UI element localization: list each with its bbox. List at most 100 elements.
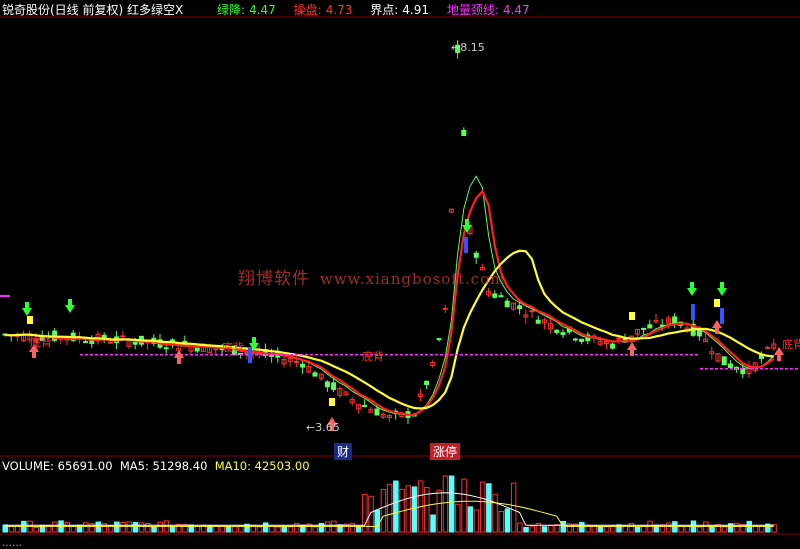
indicator-green-label: 绿降:: [217, 3, 246, 17]
signal-marker: [27, 316, 33, 324]
candle-body: [312, 372, 318, 377]
volume-bar: [479, 481, 486, 533]
volume-bar: [603, 526, 610, 533]
volume-bar: [634, 526, 641, 533]
volume-bar: [275, 526, 281, 533]
candle-body: [120, 335, 126, 338]
candle-body: [473, 252, 479, 258]
volume-bar: [70, 525, 77, 533]
sell-arrow-icon: [717, 282, 727, 296]
volume-bar: [380, 489, 387, 533]
buy-arrow-icon: [627, 342, 637, 356]
candle-body: [331, 382, 337, 390]
volume-bar: [448, 475, 455, 533]
candle-body: [213, 348, 219, 351]
ma-red-line: [4, 189, 775, 416]
candle-body: [424, 380, 430, 385]
indicator-boundary-label: 界点:: [370, 3, 399, 17]
candle-body: [362, 404, 368, 407]
candle-body: [554, 329, 560, 333]
signal-marker: [714, 299, 720, 307]
volume-ma5-line: [5, 492, 774, 526]
volume-bar: [318, 522, 325, 533]
volume-bar: [473, 509, 480, 533]
signal-label: 底背: [782, 338, 800, 351]
volume-bar: [138, 522, 145, 533]
candle-body: [560, 332, 566, 336]
volume-bar: [758, 525, 765, 533]
candle-body: [300, 363, 306, 368]
signal-label: 底背: [362, 350, 384, 363]
volume-bar: [225, 526, 232, 533]
candle-body: [572, 338, 578, 341]
signal-label: 底背: [222, 341, 244, 354]
candle-body: [324, 381, 330, 388]
volume-bar: [262, 522, 269, 533]
candle-body: [436, 338, 442, 341]
volume-bar: [436, 489, 442, 533]
volume-bar: [492, 493, 498, 533]
signal-bar: [720, 308, 724, 324]
signal-marker: [629, 312, 635, 320]
finance-tag[interactable]: 财: [334, 443, 353, 460]
volume-bar: [498, 510, 504, 533]
volume-bar: [548, 524, 554, 533]
volume-bar: [386, 483, 393, 533]
volume-bar: [95, 521, 101, 533]
price-high-label: ←8.15: [451, 41, 485, 54]
volume-ma10: MA10: 42503.00: [214, 459, 310, 473]
volume-value: VOLUME: 65691.00: [2, 459, 113, 473]
candle-body: [579, 338, 585, 342]
indicator-neckline-value: 4.47: [502, 3, 530, 17]
volume-bar: [721, 526, 728, 533]
volume-bar: [517, 522, 523, 533]
volume-bar: [269, 525, 275, 533]
volume-bar: [541, 526, 548, 533]
volume-bar: [430, 514, 436, 533]
volume-bar: [610, 525, 616, 533]
volume-bar: [120, 521, 126, 533]
volume-bar: [33, 527, 39, 533]
volume-bar: [126, 521, 132, 533]
volume-bar: [579, 521, 585, 533]
buy-arrow-icon: [174, 350, 184, 364]
volume-bar: [684, 526, 690, 533]
volume-bar: [665, 522, 672, 533]
volume-bar: [529, 525, 535, 533]
candle-body: [647, 324, 653, 329]
volume-bar: [194, 526, 201, 533]
candle-body: [132, 341, 138, 345]
candle-body: [194, 347, 200, 352]
volume-bar: [281, 525, 287, 533]
volume-bar: [114, 521, 120, 533]
limit-up-tag[interactable]: 涨停: [430, 443, 461, 460]
sell-arrow-icon: [22, 302, 32, 316]
volume-bar: [597, 526, 604, 533]
volume-bar: [52, 521, 58, 533]
volume-bar: [486, 483, 492, 533]
stock-title: 锐奇股份(日线 前复权) 红多绿空X: [2, 3, 184, 17]
candle-body: [727, 363, 733, 368]
candle-body: [492, 293, 498, 298]
watermark: 翔博软件 www.xiangbosoft.com: [238, 264, 505, 289]
volume-bar: [64, 521, 70, 533]
volume-bar: [374, 509, 380, 533]
candle-body: [442, 307, 448, 310]
candle-body: [535, 319, 541, 324]
signal-bar: [248, 347, 252, 363]
price-low-label: ←3.65: [306, 421, 340, 434]
volume-bar: [151, 526, 157, 533]
volume-bar: [355, 526, 362, 533]
candle-body: [517, 305, 523, 310]
volume-bar: [411, 486, 418, 533]
volume-bar: [510, 482, 517, 533]
candle-body: [504, 300, 510, 308]
volume-bar: [696, 526, 703, 533]
watermark-url: www.xiangbosoft.com: [320, 270, 506, 288]
volume-bar: [523, 527, 529, 533]
candle-body: [293, 360, 299, 363]
indicator-red-value: 4.73: [325, 3, 353, 17]
volume-bar: [752, 525, 759, 533]
signal-marker: [329, 398, 335, 406]
volume-bar: [219, 525, 225, 533]
